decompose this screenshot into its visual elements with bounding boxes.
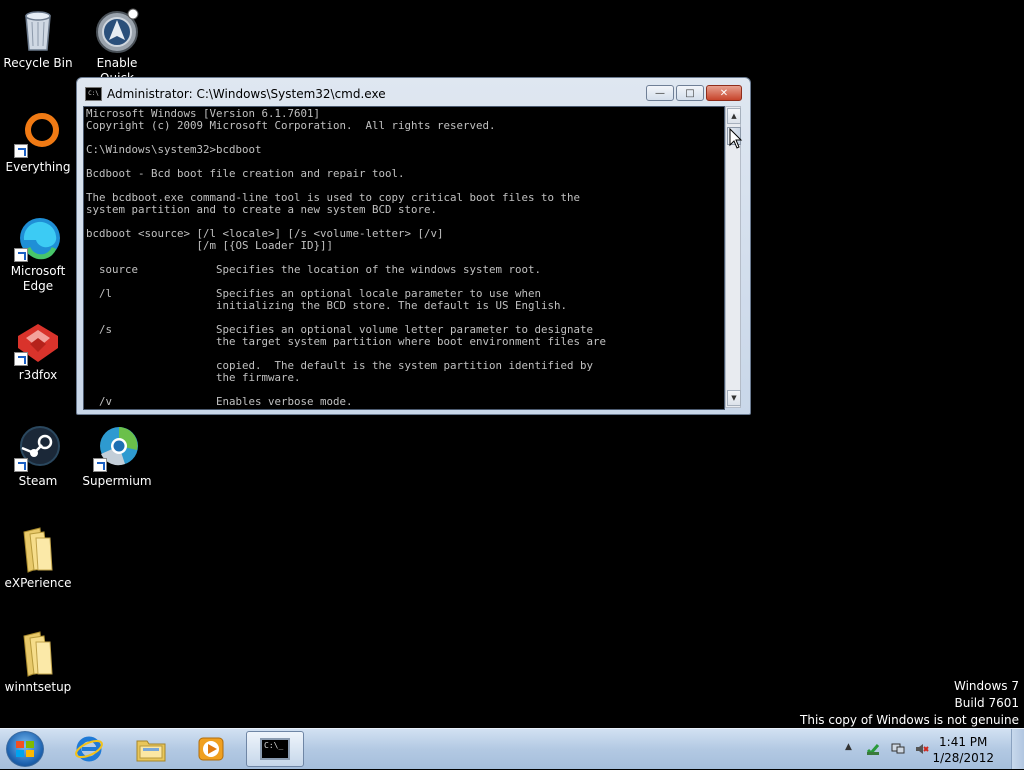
desktop-icon-label: eXPerience (4, 576, 72, 590)
desktop-icon-supermium[interactable]: Supermium (79, 424, 155, 489)
taskbar-cmd[interactable]: C:\_ (246, 731, 304, 767)
taskbar-media-player[interactable] (184, 731, 238, 767)
desktop-icon-experience[interactable]: eXPerience (0, 526, 76, 591)
shortcut-arrow-icon (14, 352, 28, 366)
watermark-genuine-notice: This copy of Windows is not genuine (800, 713, 1019, 727)
recycle-bin-icon (14, 6, 62, 54)
taskbar-internet-explorer[interactable] (62, 731, 116, 767)
desktop-icon-label: winntsetup (4, 680, 72, 694)
desktop-icon-edge[interactable]: Microsoft Edge (0, 214, 76, 294)
caption-buttons: — □ ✕ (644, 85, 742, 101)
shortcut-arrow-icon (14, 458, 28, 472)
clock-time: 1:41 PM (939, 735, 988, 749)
edge-icon (14, 214, 62, 262)
shortcut-arrow-icon (14, 248, 28, 262)
taskbar-file-explorer[interactable] (124, 731, 178, 767)
shortcut-arrow-icon (14, 144, 28, 158)
cmd-icon: C:\ (85, 87, 102, 101)
scroll-down-arrow-icon[interactable]: ▼ (727, 390, 741, 406)
desktop-icon-label: Supermium (82, 474, 152, 488)
desktop-icon-winntsetup[interactable]: winntsetup (0, 630, 76, 695)
window-titlebar[interactable]: C:\ Administrator: C:\Windows\System32\c… (85, 86, 386, 102)
mouse-pointer-icon (729, 128, 743, 149)
start-orb-icon[interactable] (6, 731, 44, 767)
desktop-icon-label: Recycle Bin (3, 56, 73, 70)
desktop-icon-recycle-bin[interactable]: Recycle Bin (0, 6, 76, 71)
watermark-build: Build 7601 (954, 696, 1019, 710)
media-player-icon (198, 737, 224, 761)
watermark-os: Windows 7 (953, 679, 1019, 693)
console-output[interactable]: Microsoft Windows [Version 6.1.7601] Cop… (83, 106, 725, 410)
taskbar: C:\_ ▲ 1:41 PM 1/28/2012 (0, 728, 1024, 769)
desktop-icon-label: r3dfox (18, 368, 58, 382)
window-title: Administrator: C:\Windows\System32\cmd.e… (107, 87, 386, 101)
network-icon[interactable] (891, 742, 905, 756)
quick-launch-icon (93, 6, 141, 54)
shortcut-arrow-icon (93, 458, 107, 472)
show-desktop-button[interactable] (1011, 729, 1024, 769)
everything-icon (14, 110, 62, 158)
desktop-icon-steam[interactable]: Steam (0, 424, 76, 489)
volume-muted-icon[interactable] (915, 742, 929, 756)
clock-date: 1/28/2012 (932, 751, 994, 765)
steam-icon (14, 424, 62, 472)
minimize-button[interactable]: — (646, 85, 674, 101)
folder-icon (14, 526, 62, 574)
desktop-icon-label: Microsoft Edge (10, 264, 66, 293)
action-center-icon[interactable] (866, 742, 880, 756)
desktop-icon-label: Everything (5, 160, 71, 174)
cmd-window[interactable]: C:\ Administrator: C:\Windows\System32\c… (76, 77, 751, 415)
cmd-icon: C:\_ (260, 738, 290, 760)
desktop-icon-enable-quick[interactable]: Enable Quick (79, 6, 155, 86)
folder-icon (14, 630, 62, 678)
windows-watermark: Windows 7 Build 7601 This copy of Window… (800, 678, 1019, 729)
scroll-up-arrow-icon[interactable]: ▲ (727, 108, 741, 124)
system-clock[interactable]: 1:41 PM 1/28/2012 (932, 734, 994, 766)
desktop-icon-r3dfox[interactable]: r3dfox (0, 318, 76, 383)
close-button[interactable]: ✕ (706, 85, 742, 101)
desktop-icon-everything[interactable]: Everything (0, 110, 76, 175)
vertical-scrollbar[interactable]: ▲ ▼ (725, 106, 741, 408)
console-text: Microsoft Windows [Version 6.1.7601] Cop… (86, 107, 607, 408)
maximize-button[interactable]: □ (676, 85, 704, 101)
desktop-icon-label: Steam (18, 474, 58, 488)
show-hidden-icons-button[interactable]: ▲ (845, 742, 852, 752)
file-explorer-icon (136, 740, 166, 762)
r3dfox-icon (14, 318, 62, 366)
supermium-icon (93, 424, 141, 472)
internet-explorer-icon (75, 736, 103, 762)
